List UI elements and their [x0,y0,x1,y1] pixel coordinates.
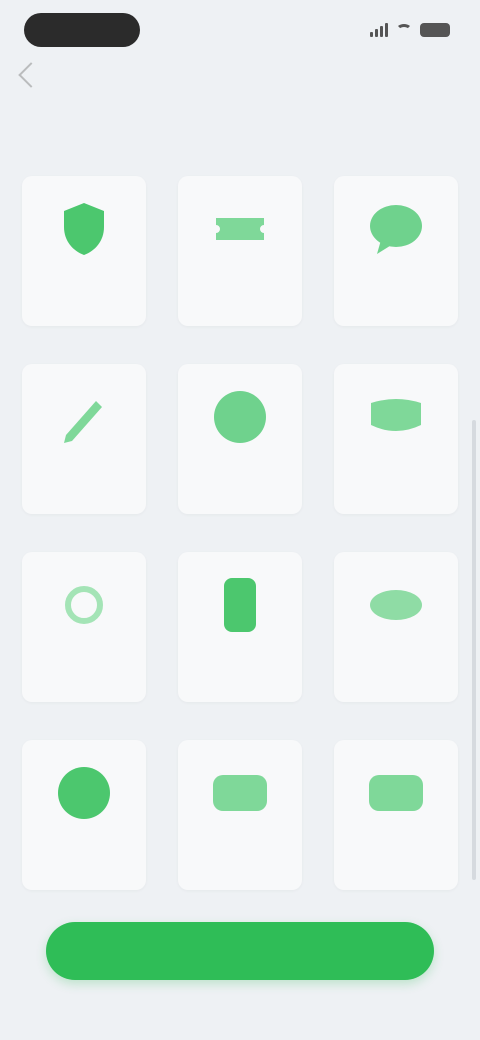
option-card[interactable] [334,740,458,890]
battery-icon [420,23,450,37]
card-icon [209,762,271,824]
phone-icon [209,574,271,636]
option-card[interactable] [22,176,146,326]
envelope-icon [365,386,427,448]
option-card[interactable] [334,364,458,514]
option-card[interactable] [178,176,302,326]
option-grid [22,176,458,890]
tab-2[interactable] [230,120,250,132]
eye-icon [365,574,427,636]
pen-icon [53,386,115,448]
option-card[interactable] [178,740,302,890]
primary-button[interactable] [46,922,434,980]
option-card[interactable] [22,364,146,514]
option-card[interactable] [178,364,302,514]
wallet-icon [365,762,427,824]
option-card[interactable] [334,552,458,702]
globe-icon [53,762,115,824]
chevron-left-icon[interactable] [18,62,44,88]
wifi-icon [396,24,412,36]
option-card[interactable] [22,552,146,702]
hand-icon [53,574,115,636]
status-bar [0,0,480,60]
screen [0,0,480,1040]
option-card[interactable] [22,740,146,890]
tab-1[interactable] [70,120,90,132]
header [0,58,480,96]
ticket-icon [209,198,271,260]
scrollbar[interactable] [472,420,476,880]
dynamic-island [24,13,140,47]
tab-3[interactable] [390,120,410,132]
signal-icon [370,23,388,37]
shield-icon [53,198,115,260]
status-icons [370,23,450,37]
option-card[interactable] [334,176,458,326]
tab-bar [0,108,480,144]
option-card[interactable] [178,552,302,702]
location-pin-icon [209,386,271,448]
chat-bubble-icon [365,198,427,260]
